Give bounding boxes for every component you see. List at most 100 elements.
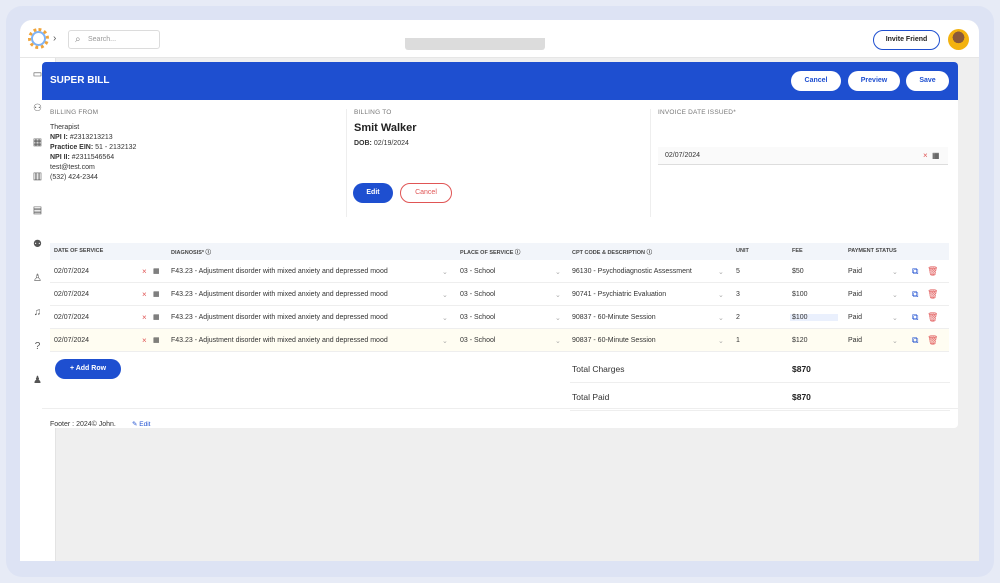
fee-input[interactable]: $100	[790, 314, 838, 321]
edit-client-button[interactable]: Edit	[353, 183, 393, 203]
calendar-icon[interactable]: ▦	[153, 290, 160, 298]
diagnosis-select[interactable]: F43.23 - Adjustment disorder with mixed …	[171, 337, 388, 344]
chevron-down-icon[interactable]: ⌄	[555, 314, 561, 322]
calendar-icon[interactable]: ▦	[153, 336, 160, 344]
chevron-down-icon[interactable]: ⌄	[718, 268, 724, 276]
diagnosis-select[interactable]: F43.23 - Adjustment disorder with mixed …	[171, 291, 388, 298]
trash-icon[interactable]: 🗑	[927, 266, 938, 277]
chevron-down-icon[interactable]: ⌄	[892, 314, 898, 322]
place-select[interactable]: 03 - School	[460, 314, 495, 321]
trash-icon[interactable]: 🗑	[927, 289, 938, 300]
diagnosis-select[interactable]: F43.23 - Adjustment disorder with mixed …	[171, 268, 388, 275]
billing-phone: (532) 424-2344	[50, 174, 98, 181]
search-box[interactable]: ⌕ Search...	[68, 30, 160, 49]
diagnosis-select[interactable]: F43.23 - Adjustment disorder with mixed …	[171, 314, 388, 321]
save-button[interactable]: Save	[906, 71, 949, 91]
col-fee: FEE	[792, 248, 803, 254]
invite-friend-button[interactable]: Invite Friend	[873, 30, 940, 50]
cpt-select[interactable]: 90837 - 60-Minute Session	[572, 314, 656, 321]
pencil-icon: ✎	[132, 421, 138, 428]
top-tab-strip	[405, 38, 545, 50]
chevron-down-icon[interactable]: ⌄	[442, 268, 448, 276]
chevron-down-icon[interactable]: ⌄	[442, 337, 448, 345]
chevron-down-icon[interactable]: ⌄	[442, 314, 448, 322]
chevron-down-icon[interactable]: ⌄	[892, 337, 898, 345]
app-logo[interactable]	[28, 28, 49, 49]
total-paid-value: $870	[792, 392, 811, 402]
cpt-select[interactable]: 96130 - Psychodiagnostic Assessment	[572, 268, 692, 275]
clear-icon[interactable]: ×	[142, 290, 147, 299]
place-select[interactable]: 03 - School	[460, 291, 495, 298]
cancel-button[interactable]: Cancel	[791, 71, 841, 91]
calendar-icon[interactable]: ▦	[932, 151, 940, 160]
cpt-select[interactable]: 90741 - Psychiatric Evaluation	[572, 291, 666, 298]
fee-input[interactable]: $50	[790, 268, 838, 275]
total-charges-value: $870	[792, 364, 811, 374]
date-of-service[interactable]: 02/07/2024	[54, 291, 89, 298]
chevron-down-icon[interactable]: ⌄	[555, 268, 561, 276]
chevron-right-icon[interactable]: ›	[53, 33, 56, 44]
fee-input[interactable]: $120	[790, 337, 838, 344]
chevron-down-icon[interactable]: ⌄	[718, 337, 724, 345]
date-of-service[interactable]: 02/07/2024	[54, 314, 89, 321]
search-input[interactable]: Search...	[88, 36, 116, 43]
copy-icon[interactable]: ⧉	[912, 266, 918, 277]
billing-to-section: BILLING TO Smit Walker DOB: 02/19/2024	[354, 109, 644, 205]
add-row-button[interactable]: + Add Row	[55, 359, 121, 379]
clear-icon[interactable]: ×	[142, 267, 147, 276]
trash-icon[interactable]: 🗑	[927, 335, 938, 346]
unit-input[interactable]: 3	[736, 291, 740, 298]
invoice-date-value[interactable]: 02/07/2024	[665, 152, 700, 159]
footer: Footer : 2024© John. ✎ Edit	[42, 408, 958, 428]
invoice-date-label: INVOICE DATE ISSUED*	[658, 109, 736, 116]
cpt-select[interactable]: 90837 - 60-Minute Session	[572, 337, 656, 344]
copy-icon[interactable]: ⧉	[912, 335, 918, 346]
payment-status-select[interactable]: Paid	[848, 314, 862, 321]
clear-icon[interactable]: ×	[923, 151, 928, 160]
npi2-line: NPI II: #2311546564	[50, 154, 115, 161]
unit-input[interactable]: 2	[736, 314, 740, 321]
ein-line: Practice EIN: 51 - 2132132	[50, 144, 137, 151]
table-row: 02/07/2024 × ▦ F43.23 - Adjustment disorder…	[50, 283, 949, 306]
search-icon: ⌕	[75, 34, 81, 45]
super-bill-header: SUPER BILL Cancel Preview Save	[42, 62, 958, 100]
calendar-icon[interactable]: ▦	[153, 267, 160, 275]
divider	[650, 109, 651, 217]
chevron-down-icon[interactable]: ⌄	[892, 291, 898, 299]
calendar-icon[interactable]: ▦	[153, 313, 160, 321]
cancel-client-button[interactable]: Cancel	[400, 183, 452, 203]
col-cpt: CPT CODE & DESCRIPTION ⓘ	[572, 250, 653, 256]
total-paid-row: Total Paid $870	[570, 383, 950, 411]
unit-input[interactable]: 1	[736, 337, 740, 344]
trash-icon[interactable]: 🗑	[927, 312, 938, 323]
npi1-line: NPI I: #2313213213	[50, 134, 113, 141]
clear-icon[interactable]: ×	[142, 313, 147, 322]
chevron-down-icon[interactable]: ⌄	[555, 291, 561, 299]
payment-status-select[interactable]: Paid	[848, 291, 862, 298]
invoice-date-field[interactable]: 02/07/2024 × ▦	[658, 147, 948, 165]
billing-to-label: BILLING TO	[354, 109, 392, 116]
chevron-down-icon[interactable]: ⌄	[442, 291, 448, 299]
chevron-down-icon[interactable]: ⌄	[555, 337, 561, 345]
chevron-down-icon[interactable]: ⌄	[718, 314, 724, 322]
payment-status-select[interactable]: Paid	[848, 337, 862, 344]
billing-from-section: BILLING FROM Therapist NPI I: #231321321…	[50, 109, 340, 205]
dob-line: DOB: 02/19/2024	[354, 140, 409, 147]
copy-icon[interactable]: ⧉	[912, 312, 918, 323]
fee-input[interactable]: $100	[790, 291, 838, 298]
place-select[interactable]: 03 - School	[460, 337, 495, 344]
date-of-service[interactable]: 02/07/2024	[54, 337, 89, 344]
unit-input[interactable]: 5	[736, 268, 740, 275]
preview-button[interactable]: Preview	[848, 71, 900, 91]
copy-icon[interactable]: ⧉	[912, 289, 918, 300]
col-unit: UNIT	[736, 248, 749, 254]
avatar[interactable]	[948, 29, 969, 50]
footer-edit-link[interactable]: ✎ Edit	[132, 420, 150, 428]
place-select[interactable]: 03 - School	[460, 268, 495, 275]
payment-status-select[interactable]: Paid	[848, 268, 862, 275]
chevron-down-icon[interactable]: ⌄	[718, 291, 724, 299]
chevron-down-icon[interactable]: ⌄	[892, 268, 898, 276]
clear-icon[interactable]: ×	[142, 336, 147, 345]
date-of-service[interactable]: 02/07/2024	[54, 268, 89, 275]
divider	[346, 109, 347, 217]
